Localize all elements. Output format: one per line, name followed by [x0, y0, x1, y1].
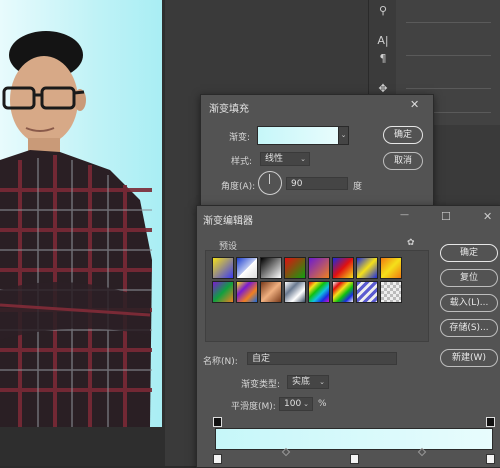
presets-panel [205, 250, 429, 342]
smoothness-label: 平滑度(M): [231, 402, 276, 412]
style-label: 样式: [231, 157, 253, 167]
stamp-icon[interactable]: ⚲ [376, 4, 390, 17]
ok-button[interactable]: 确定 [383, 126, 423, 144]
gradient-editor-dialog: 渐变编辑器 — ☐ ✕ 预设 ✿ 确定 复位 载入(L)... 存储(S)...… [196, 205, 500, 468]
preset-swatch[interactable] [212, 257, 234, 279]
percent-label: % [318, 399, 327, 409]
close-icon[interactable]: ✕ [410, 98, 419, 111]
gradient-preview[interactable] [257, 126, 339, 145]
preset-swatch[interactable] [380, 281, 402, 303]
dialog-title: 渐变填充 [209, 104, 249, 115]
name-label: 名称(N): [203, 357, 238, 367]
gradient-type-select[interactable]: 实底 ⌄ [287, 375, 329, 389]
gradient-type-value: 实底 [292, 377, 311, 387]
preset-swatch[interactable] [284, 257, 306, 279]
color-stop-right[interactable] [486, 454, 495, 464]
degree-unit: 度 [353, 182, 363, 192]
preset-swatch[interactable] [332, 281, 354, 303]
preset-swatch[interactable] [356, 257, 378, 279]
gradient-bar[interactable] [215, 428, 493, 450]
preset-swatch[interactable] [356, 281, 378, 303]
color-stop-middle[interactable] [350, 454, 359, 464]
gear-icon[interactable]: ✿ [407, 238, 415, 248]
preset-swatch[interactable] [308, 281, 330, 303]
reset-button[interactable]: 复位 [440, 269, 498, 287]
preset-swatch[interactable] [260, 257, 282, 279]
chevron-down-icon: ⌄ [303, 400, 309, 408]
angle-input[interactable]: 90 [286, 177, 348, 190]
ok-button[interactable]: 确定 [440, 244, 498, 262]
smoothness-value: 100 [284, 399, 302, 409]
minimize-icon[interactable]: — [400, 210, 409, 220]
paragraph-icon[interactable]: ¶ [376, 52, 390, 65]
opacity-stop-left[interactable] [213, 417, 222, 427]
color-stop-left[interactable] [213, 454, 222, 464]
angle-dial[interactable] [258, 171, 282, 195]
chevron-down-icon: ⌄ [300, 155, 306, 163]
character-icon[interactable]: A| [376, 34, 390, 47]
load-button[interactable]: 载入(L)... [440, 294, 498, 312]
editor-title: 渐变编辑器 [203, 216, 253, 227]
chevron-down-icon: ⌄ [319, 378, 325, 386]
preset-swatch[interactable] [284, 281, 306, 303]
style-select[interactable]: 线性 ⌄ [260, 152, 310, 166]
gradient-label: 渐变: [229, 133, 251, 143]
name-input[interactable]: 自定 [247, 352, 397, 365]
preset-swatch[interactable] [236, 257, 258, 279]
angle-label: 角度(A): [221, 182, 256, 192]
preset-swatch[interactable] [332, 257, 354, 279]
cancel-button[interactable]: 取消 [383, 152, 423, 170]
save-button[interactable]: 存储(S)... [440, 319, 498, 337]
style-value: 线性 [265, 154, 284, 164]
opacity-stop-right[interactable] [486, 417, 495, 427]
chevron-down-icon[interactable]: ⌄ [338, 126, 349, 145]
preset-swatch[interactable] [260, 281, 282, 303]
person-illustration [0, 31, 152, 427]
smoothness-select[interactable]: 100 ⌄ [279, 397, 313, 411]
gradient-fill-dialog: 渐变填充 ✕ 渐变: ⌄ 样式: 线性 ⌄ 角度(A): 90 度 确定 取消 [200, 94, 434, 206]
close-icon[interactable]: ✕ [483, 210, 492, 223]
preset-swatch[interactable] [308, 257, 330, 279]
gradient-type-label: 渐变类型: [241, 380, 281, 390]
preset-swatch[interactable] [380, 257, 402, 279]
new-button[interactable]: 新建(W) [440, 349, 498, 367]
preset-swatch[interactable] [236, 281, 258, 303]
maximize-icon[interactable]: ☐ [441, 210, 451, 223]
portrait-photo [0, 0, 162, 427]
preset-swatch[interactable] [212, 281, 234, 303]
